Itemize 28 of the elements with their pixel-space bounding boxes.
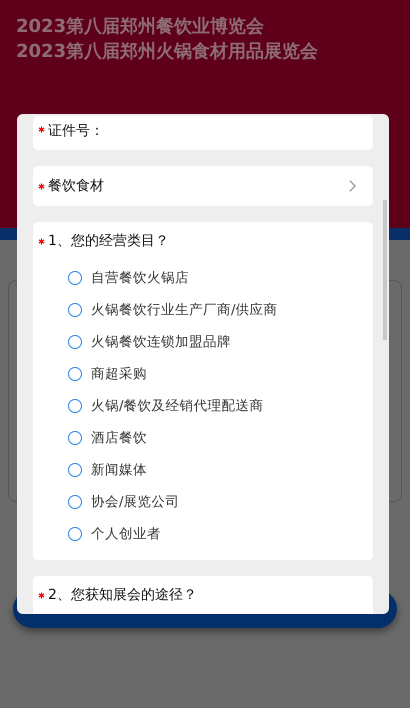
radio-button[interactable] bbox=[68, 335, 82, 349]
scrollbar-thumb[interactable] bbox=[383, 200, 387, 340]
radio-option[interactable]: 协会/展览公司 bbox=[38, 486, 368, 518]
event-title: 2023第八届郑州火锅食材用品展览会 bbox=[16, 40, 320, 64]
radio-button[interactable] bbox=[68, 527, 82, 541]
radio-option[interactable]: 商超采购 bbox=[38, 358, 368, 390]
radio-option[interactable]: 火锅餐饮行业生产厂商/供应商 bbox=[38, 294, 368, 326]
radio-button[interactable] bbox=[68, 431, 82, 445]
select-field[interactable]: 餐饮食材 bbox=[33, 166, 373, 206]
field-label: 证件号： bbox=[48, 122, 105, 140]
question-title: 2、您获知展会的途径？ bbox=[48, 586, 197, 604]
radio-button[interactable] bbox=[68, 271, 82, 285]
radio-option[interactable]: 新闻媒体 bbox=[38, 454, 368, 486]
event-title: 2023第八届郑州餐饮业博览会 bbox=[16, 15, 266, 39]
input-field[interactable]: 证件号： bbox=[33, 116, 373, 150]
radio-button[interactable] bbox=[68, 399, 82, 413]
chevron-icon bbox=[348, 179, 357, 193]
radio-option[interactable]: 自营餐饮火锅店 bbox=[38, 262, 368, 294]
radio-option[interactable]: 酒店餐饮 bbox=[38, 422, 368, 454]
radio-button[interactable] bbox=[68, 495, 82, 509]
radio-button[interactable] bbox=[68, 463, 82, 477]
question-title: 1、您的经营类目？ bbox=[48, 232, 169, 250]
radio-button[interactable] bbox=[68, 367, 82, 381]
radio-option[interactable]: 火锅餐饮连锁加盟品牌 bbox=[38, 326, 368, 358]
radio-option[interactable]: 个人创业者 bbox=[38, 518, 368, 550]
radio-option[interactable]: 火锅/餐饮及经销代理配送商 bbox=[38, 390, 368, 422]
field-label: 餐饮食材 bbox=[48, 177, 105, 195]
radio-button[interactable] bbox=[68, 303, 82, 317]
